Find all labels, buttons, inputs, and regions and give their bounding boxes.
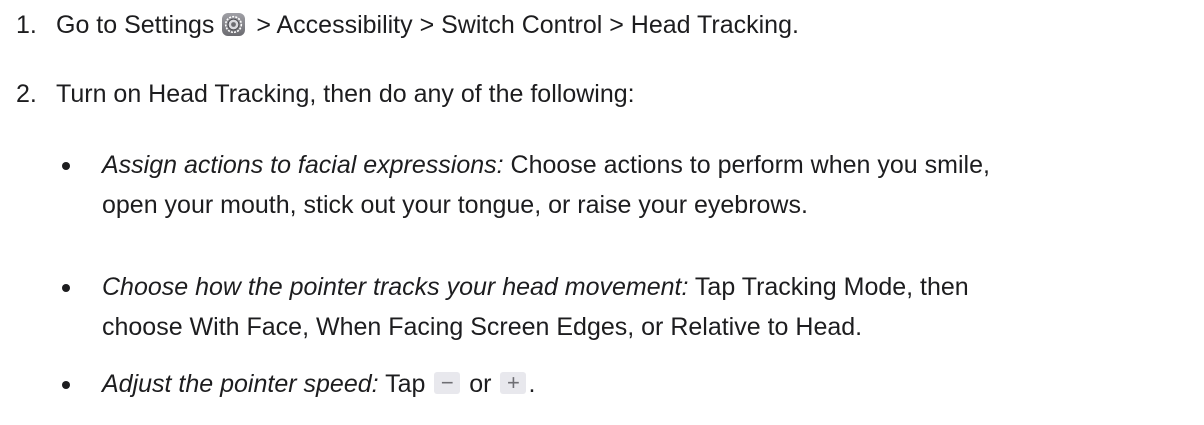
step-2: 2. Turn on Head Tracking, then do any of …: [16, 77, 635, 111]
bullet-line1: Choose actions to perform when you smile…: [503, 151, 990, 179]
plus-button-icon: +: [500, 370, 527, 395]
step-number: 2.: [16, 80, 37, 108]
settings-gear-icon: [222, 13, 246, 36]
bullet-text-between: or: [462, 370, 499, 398]
bullet-label: Assign actions to facial expressions:: [102, 151, 504, 179]
bullet-icon: [62, 284, 70, 292]
instructions: 1. Go to Settings > Accessibility > Switc…: [0, 0, 1204, 425]
step-1: 1. Go to Settings > Accessibility > Switc…: [16, 8, 799, 42]
step-text: Turn on Head Tracking, then do any of th…: [56, 80, 635, 108]
minus-button-icon: −: [434, 370, 461, 395]
step-text-path: > Accessibility > Switch Control > Head …: [249, 11, 799, 39]
bullet-icon: [62, 162, 70, 170]
bullet-icon: [62, 381, 70, 389]
step-text: Go to Settings: [56, 11, 222, 39]
bullet-line2: choose With Face, When Facing Screen Edg…: [102, 313, 863, 341]
bullet-text-after: .: [528, 370, 536, 398]
bullet-label: Choose how the pointer tracks your head …: [102, 273, 689, 301]
bullet-line1: Tap Tracking Mode, then: [688, 273, 969, 301]
bullet-line2: open your mouth, stick out your tongue, …: [102, 191, 808, 219]
bullet-text-before: Tap: [378, 370, 433, 398]
bullet-label: Adjust the pointer speed:: [102, 370, 379, 398]
step-number: 1.: [16, 11, 37, 39]
